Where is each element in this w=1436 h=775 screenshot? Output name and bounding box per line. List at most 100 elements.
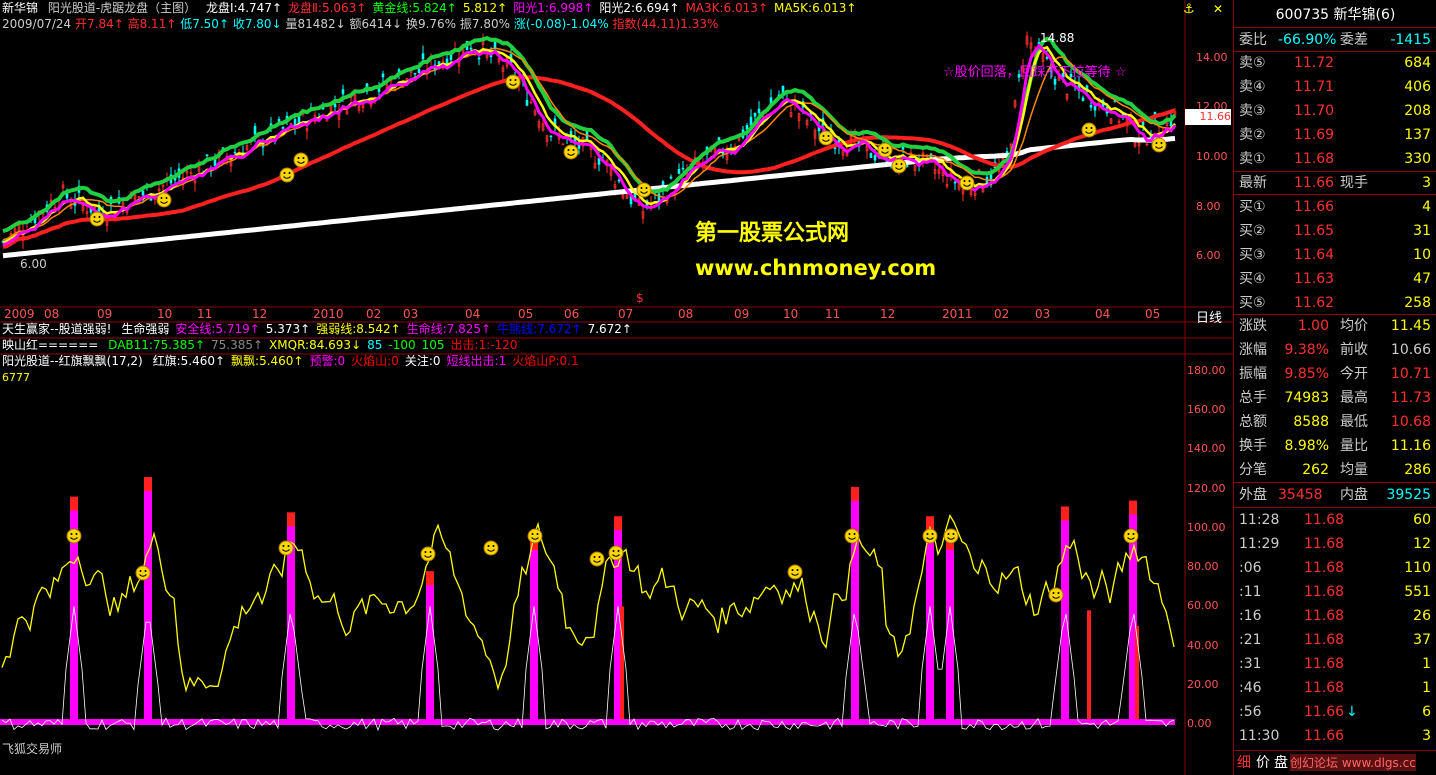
tick-time: :46 xyxy=(1239,680,1262,696)
order-row: 卖① 11.68 330 xyxy=(1234,147,1436,171)
x-tick: 12 xyxy=(880,307,896,321)
bar-change: 涨(-0.08)-1.04% xyxy=(513,17,609,31)
sub3-value-3: 火焰山:0 xyxy=(351,354,399,368)
sub1-value-4: 生命线:7.825↑ xyxy=(406,322,492,336)
stat-value: 8.98% xyxy=(1284,438,1329,454)
main-y-tick: 14.00 xyxy=(1196,51,1228,64)
osc-smiley xyxy=(420,546,436,562)
main-y-tick: 10.00 xyxy=(1196,150,1228,163)
stat-label: 均价 xyxy=(1340,318,1368,334)
sub3-header: 阳光股道--红旗飘飘(17,2) 红旗:5.460↑ 飘飘:5.460↑ 预警:0 火… xyxy=(2,354,579,369)
sub2-title[interactable]: 映山红====== xyxy=(2,338,98,352)
tick-time: :16 xyxy=(1239,608,1262,624)
signal-smiley-eye xyxy=(514,79,517,81)
close-icon[interactable]: ✕ xyxy=(1213,2,1223,16)
osc-smiley-eye xyxy=(536,533,539,535)
chart-canvas[interactable] xyxy=(0,0,1233,775)
tick-row: :31 11.68 1 xyxy=(1234,652,1436,676)
stat-value: 11.45 xyxy=(1390,318,1431,334)
stock-name[interactable]: 新华锦 xyxy=(2,1,38,15)
quote-stock-code[interactable]: 600735 新华锦(6) xyxy=(1234,4,1436,24)
corner-watermark: 创幻论坛 www.dlgs.cc xyxy=(1290,754,1416,771)
osc-smiley-eye xyxy=(598,556,601,558)
candle-body xyxy=(277,119,281,122)
osc-smiley xyxy=(483,540,499,556)
candle-body xyxy=(953,181,957,184)
main-y-tick: 8.00 xyxy=(1196,200,1221,213)
order-level: 买⑤ xyxy=(1239,295,1266,311)
signal-smiley-eye xyxy=(297,157,300,159)
bottom-tab-board[interactable]: 盘 xyxy=(1274,752,1288,772)
main-indicator-title[interactable]: 阳光股道-虎踞龙盘（主图） xyxy=(48,1,196,15)
osc-smiley xyxy=(278,540,294,556)
anchor-icon[interactable]: ⚓ xyxy=(1183,2,1195,17)
tick-volume: 37 xyxy=(1413,632,1431,648)
tick-volume: 60 xyxy=(1413,512,1431,528)
sub3-value-4: 关注:0 xyxy=(404,354,441,368)
signal-smiley xyxy=(505,74,521,90)
order-volume: 137 xyxy=(1404,127,1431,143)
watermark-url: www.chnmoney.com xyxy=(695,256,937,280)
stat-label: 涨幅 xyxy=(1239,342,1267,358)
osc-smiley xyxy=(844,528,860,544)
bar-volume: 量81482↓ xyxy=(285,17,346,31)
osc-red-cap xyxy=(287,512,295,527)
candle-body xyxy=(617,179,621,182)
tick-time: :11 xyxy=(1239,584,1262,600)
peak-label: 14.88 xyxy=(1040,31,1075,45)
bottom-tab-price[interactable]: 价 xyxy=(1256,752,1270,772)
tick-volume: 3 xyxy=(1422,728,1431,744)
footer-label: 飞狐交易师 xyxy=(2,742,63,756)
signal-smiley xyxy=(89,211,105,227)
signal-smiley xyxy=(156,192,172,208)
main-indicator-6: MA3K:6.013↑ xyxy=(685,1,768,15)
sub2-value-0: DAB11:75.385↑ xyxy=(108,338,205,352)
order-volume: 406 xyxy=(1404,79,1431,95)
order-level: 买③ xyxy=(1239,247,1266,263)
main-indicator-5: 阳光2:6.694↑ xyxy=(599,1,680,15)
osc-smiley-eye xyxy=(947,533,950,535)
outer-inner-row: 外盘 35458 内盘 39525 xyxy=(1234,483,1436,507)
order-price: 11.62 xyxy=(1294,295,1335,311)
tick-price: 11.68 xyxy=(1304,584,1345,600)
signal-smiley-eye xyxy=(968,180,971,182)
osc-smiley-eye xyxy=(1052,592,1055,594)
latest-row: 最新 11.66 现手 3 xyxy=(1234,171,1436,195)
period-label[interactable]: 日线 xyxy=(1196,307,1222,326)
stat-value: 1.00 xyxy=(1297,318,1329,334)
candle-body xyxy=(141,190,145,196)
stat-value: 9.38% xyxy=(1284,342,1329,358)
bar-high: 高8.11↑ xyxy=(127,17,177,31)
tick-row: 11:29 11.68 12 xyxy=(1234,532,1436,556)
stat-label: 前收 xyxy=(1340,342,1368,358)
osc-smiley-eye xyxy=(796,569,799,571)
signal-smiley xyxy=(293,152,309,168)
stat-value: 286 xyxy=(1404,462,1431,478)
order-row: 卖④ 11.71 406 xyxy=(1234,75,1436,99)
osc-smiley xyxy=(943,528,959,544)
order-row: 卖⑤ 11.72 684 xyxy=(1234,51,1436,75)
main-header: 新华锦 阳光股道-虎踞龙盘（主图） 龙盘Ⅰ:4.747↑ 龙盘Ⅱ:5.063↑ 黄金… xyxy=(2,1,857,16)
sub3-y-tick: 140.00 xyxy=(1187,442,1226,455)
sub1-title[interactable]: 天生赢家--股道强弱! xyxy=(2,322,111,336)
sub3-title[interactable]: 阳光股道--红旗飘飘(17,2) xyxy=(2,354,143,368)
weicha-label: 委差 xyxy=(1340,32,1368,48)
tick-volume: 12 xyxy=(1413,536,1431,552)
osc-smiley-eye xyxy=(791,569,794,571)
sub1-value-0: 生命强弱 xyxy=(121,322,170,336)
sub3-y-tick: 20.00 xyxy=(1187,678,1219,691)
main-indicator-2: 黄金线:5.824↑ xyxy=(372,1,457,15)
tick-row: :56 11.66 ↓ 6 xyxy=(1234,700,1436,724)
tick-row: 11:30 11.66 3 xyxy=(1234,724,1436,748)
tick-price: 11.68 xyxy=(1304,536,1345,552)
main-indicator-4: 阳光1:6.998↑ xyxy=(513,1,594,15)
tick-time: 11:28 xyxy=(1239,512,1280,528)
candle-body xyxy=(753,112,757,117)
signal-smiley-eye xyxy=(640,187,643,189)
stat-value: 74983 xyxy=(1284,390,1329,406)
x-tick: 2009 xyxy=(4,307,35,321)
order-price: 11.66 xyxy=(1294,199,1335,215)
candle-body xyxy=(669,176,673,179)
osc-smiley xyxy=(527,528,543,544)
bottom-tab-detail[interactable]: 细 xyxy=(1237,752,1251,772)
